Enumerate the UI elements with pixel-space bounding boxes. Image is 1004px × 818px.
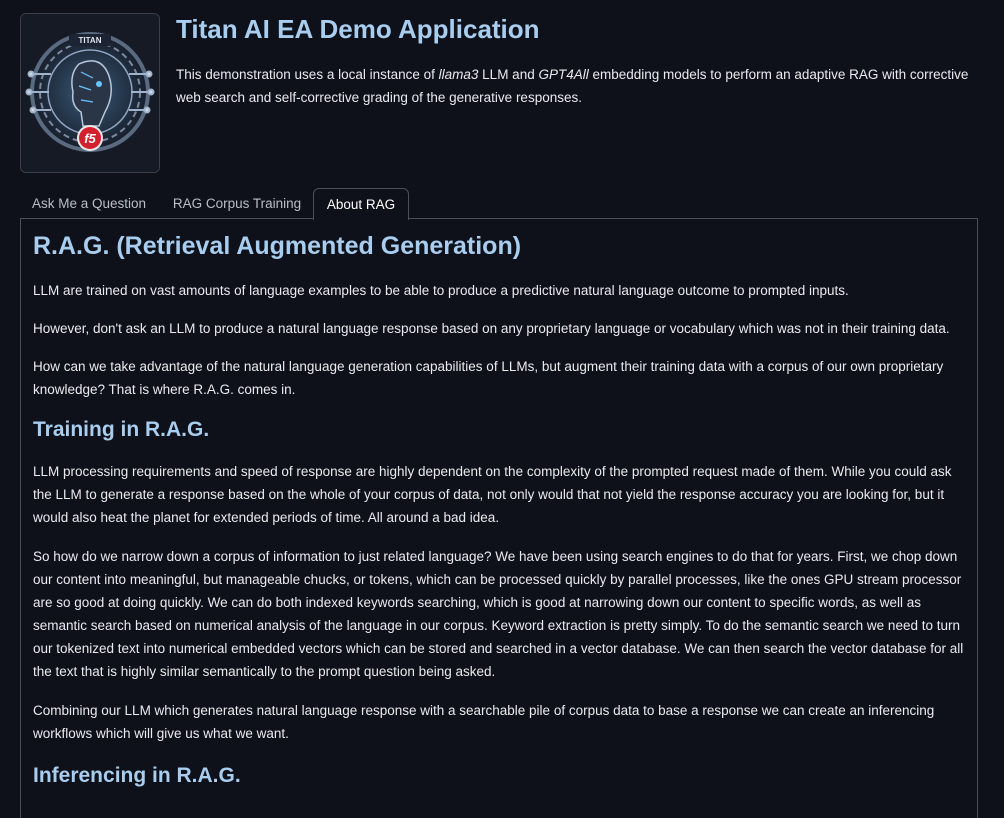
paragraph-3: How can we take advantage of the natural… — [33, 359, 944, 397]
app-logo: TITAN f5 — [20, 13, 160, 173]
tab-bar: Ask Me a Question RAG Corpus Training Ab… — [20, 188, 980, 220]
embedding-model-name: GPT4All — [538, 67, 589, 82]
heading-inferencing: Inferencing in R.A.G. — [33, 764, 241, 787]
paragraph-5: So how do we narrow down a corpus of inf… — [33, 549, 964, 679]
logo-badge: f5 — [84, 131, 96, 146]
tab-rag-corpus-training[interactable]: RAG Corpus Training — [168, 188, 306, 218]
about-rag-content: R.A.G. (Retrieval Augmented Generation) … — [33, 228, 968, 791]
llm-model-name: llama3 — [438, 67, 479, 82]
intro-part2: LLM and — [478, 67, 539, 82]
page-title: Titan AI EA Demo Application — [176, 14, 540, 44]
paragraph-4: LLM processing requirements and speed of… — [33, 464, 952, 525]
paragraph-2: However, don't ask an LLM to produce a n… — [33, 321, 950, 336]
paragraph-1: LLM are trained on vast amounts of langu… — [33, 283, 849, 298]
heading-rag: R.A.G. (Retrieval Augmented Generation) — [33, 232, 522, 260]
paragraph-6: Combining our LLM which generates natura… — [33, 703, 935, 741]
intro-part1: This demonstration uses a local instance… — [176, 67, 439, 82]
heading-training: Training in R.A.G. — [33, 418, 210, 441]
tab-ask-question[interactable]: Ask Me a Question — [28, 188, 150, 218]
tab-about-rag[interactable]: About RAG — [313, 188, 409, 220]
logo-text: TITAN — [79, 36, 102, 45]
intro-text: This demonstration uses a local instance… — [176, 63, 976, 109]
